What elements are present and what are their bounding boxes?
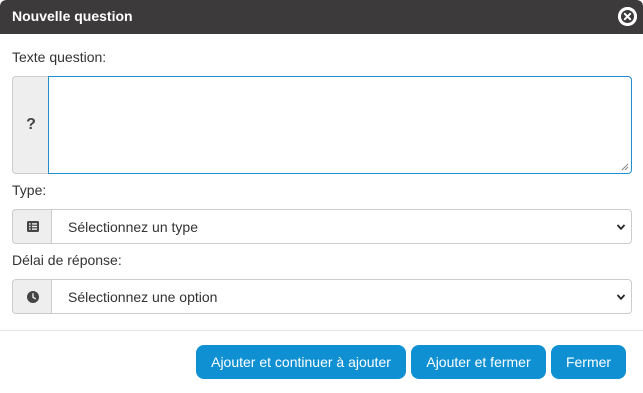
footer-divider <box>0 330 643 331</box>
response-delay-select[interactable]: Sélectionnez une option <box>51 279 632 314</box>
clock-icon <box>12 279 52 314</box>
close-icon[interactable] <box>618 7 637 26</box>
question-textarea[interactable] <box>48 76 632 174</box>
response-delay-label: Délai de réponse: <box>12 252 122 268</box>
new-question-dialog: Nouvelle question Texte question: ? Type… <box>0 0 643 393</box>
question-mark-icon: ? <box>12 76 49 174</box>
dialog-titlebar: Nouvelle question <box>0 0 643 34</box>
add-and-continue-button[interactable]: Ajouter et continuer à ajouter <box>196 345 406 379</box>
type-select[interactable]: Sélectionnez un type <box>51 209 632 244</box>
list-icon <box>12 209 52 244</box>
chevron-down-icon <box>616 294 626 301</box>
resize-grip-icon[interactable] <box>621 163 629 171</box>
chevron-down-icon <box>616 224 626 231</box>
type-select-value: Sélectionnez un type <box>68 219 198 235</box>
response-delay-select-value: Sélectionnez une option <box>68 289 218 305</box>
close-button[interactable]: Fermer <box>551 345 626 379</box>
type-label: Type: <box>12 182 47 198</box>
question-text-label: Texte question: <box>12 49 107 65</box>
dialog-title: Nouvelle question <box>12 8 133 24</box>
add-and-close-button[interactable]: Ajouter et fermer <box>411 345 546 379</box>
